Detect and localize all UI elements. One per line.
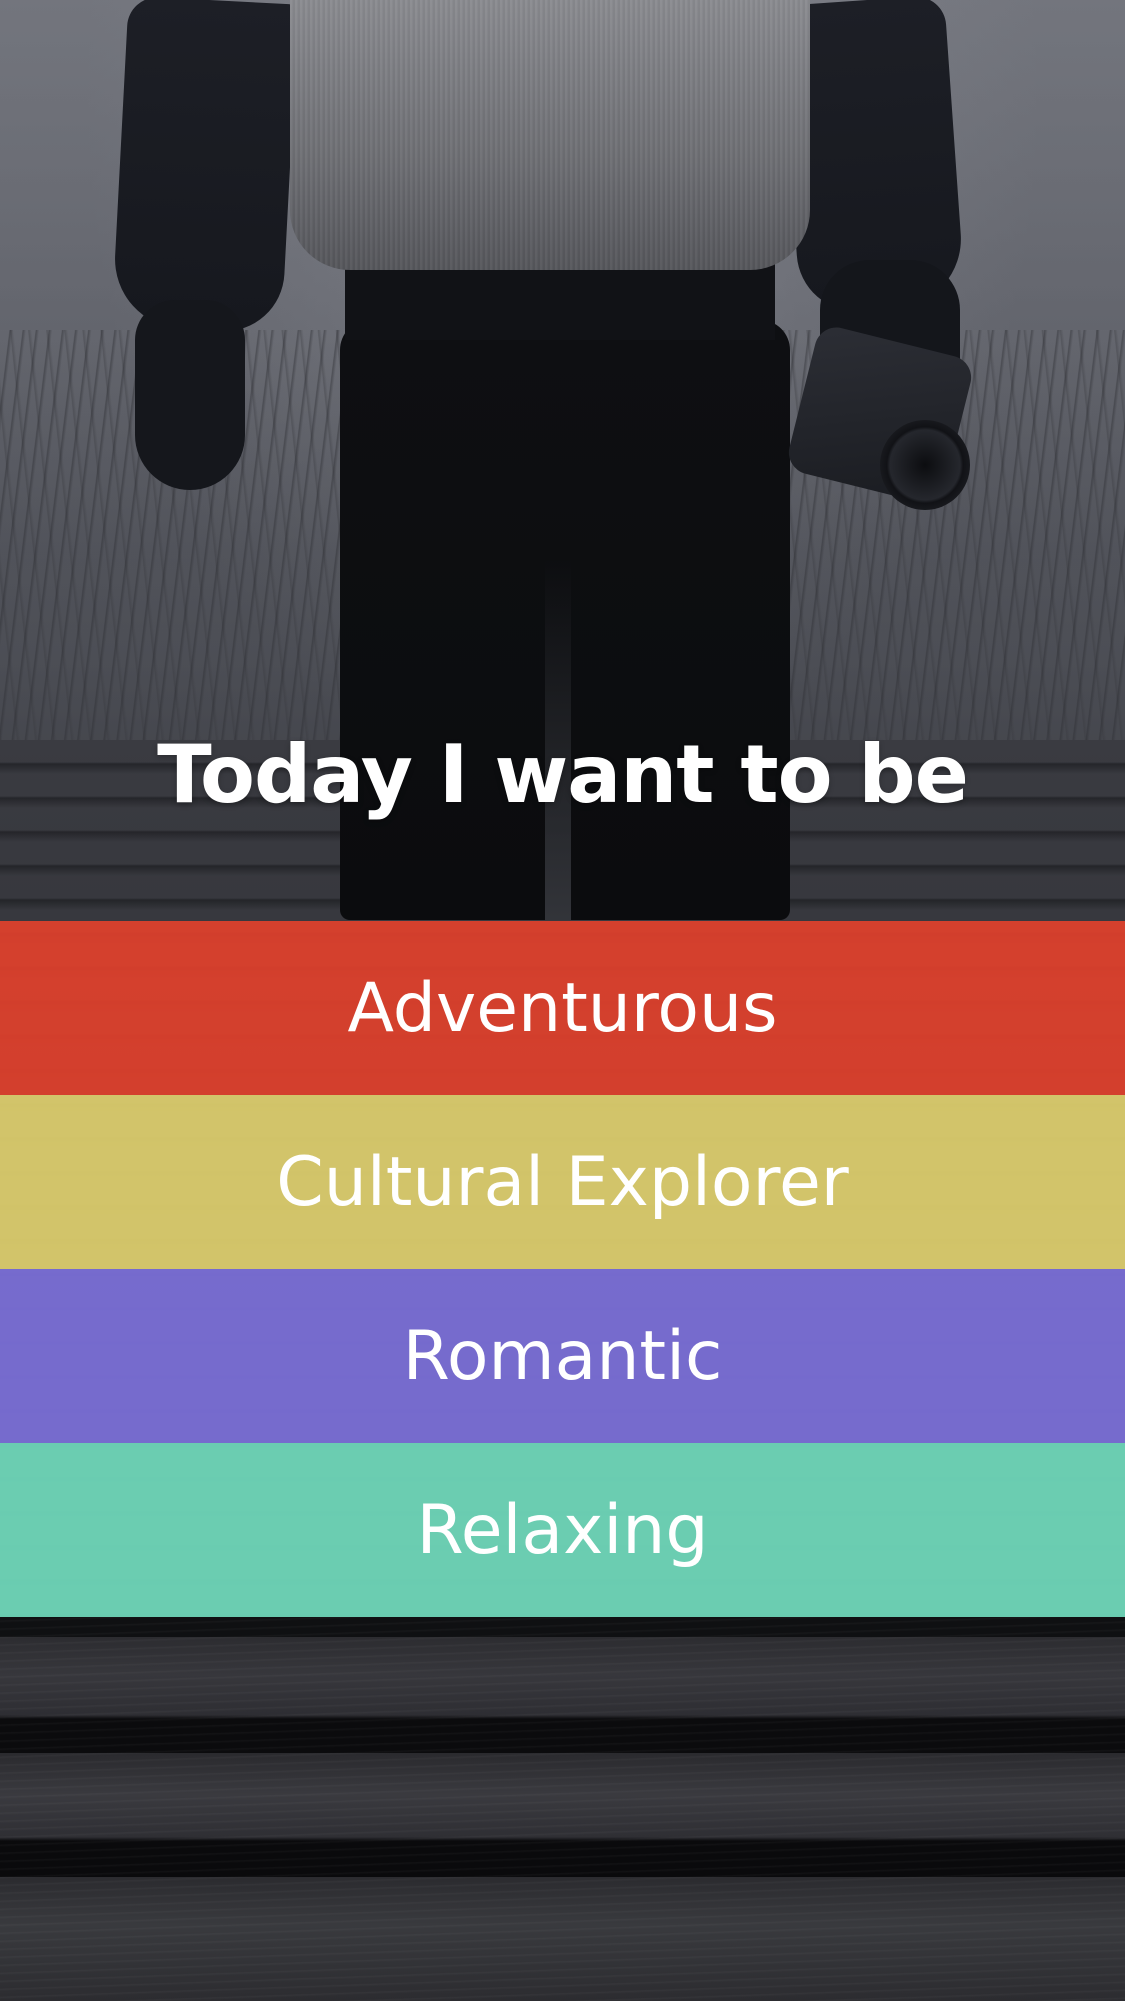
person-left-hand — [135, 300, 245, 490]
option-label: Relaxing — [416, 1490, 709, 1570]
option-label: Adventurous — [347, 968, 778, 1048]
option-label: Cultural Explorer — [276, 1142, 849, 1222]
background-photo-plank-grain — [0, 1615, 1125, 2001]
option-label: Romantic — [402, 1316, 723, 1396]
mood-options-list: Adventurous Cultural Explorer Romantic R… — [0, 921, 1125, 1617]
option-relaxing-button[interactable]: Relaxing — [0, 1443, 1125, 1617]
mood-selection-screen: Today I want to be Adventurous Cultural … — [0, 0, 1125, 2001]
camera-lens-icon — [880, 420, 970, 510]
page-title: Today I want to be — [157, 728, 969, 821]
option-romantic-button[interactable]: Romantic — [0, 1269, 1125, 1443]
option-cultural-explorer-button[interactable]: Cultural Explorer — [0, 1095, 1125, 1269]
person-left-arm — [111, 0, 299, 335]
person-jacket — [290, 0, 810, 270]
option-adventurous-button[interactable]: Adventurous — [0, 921, 1125, 1095]
